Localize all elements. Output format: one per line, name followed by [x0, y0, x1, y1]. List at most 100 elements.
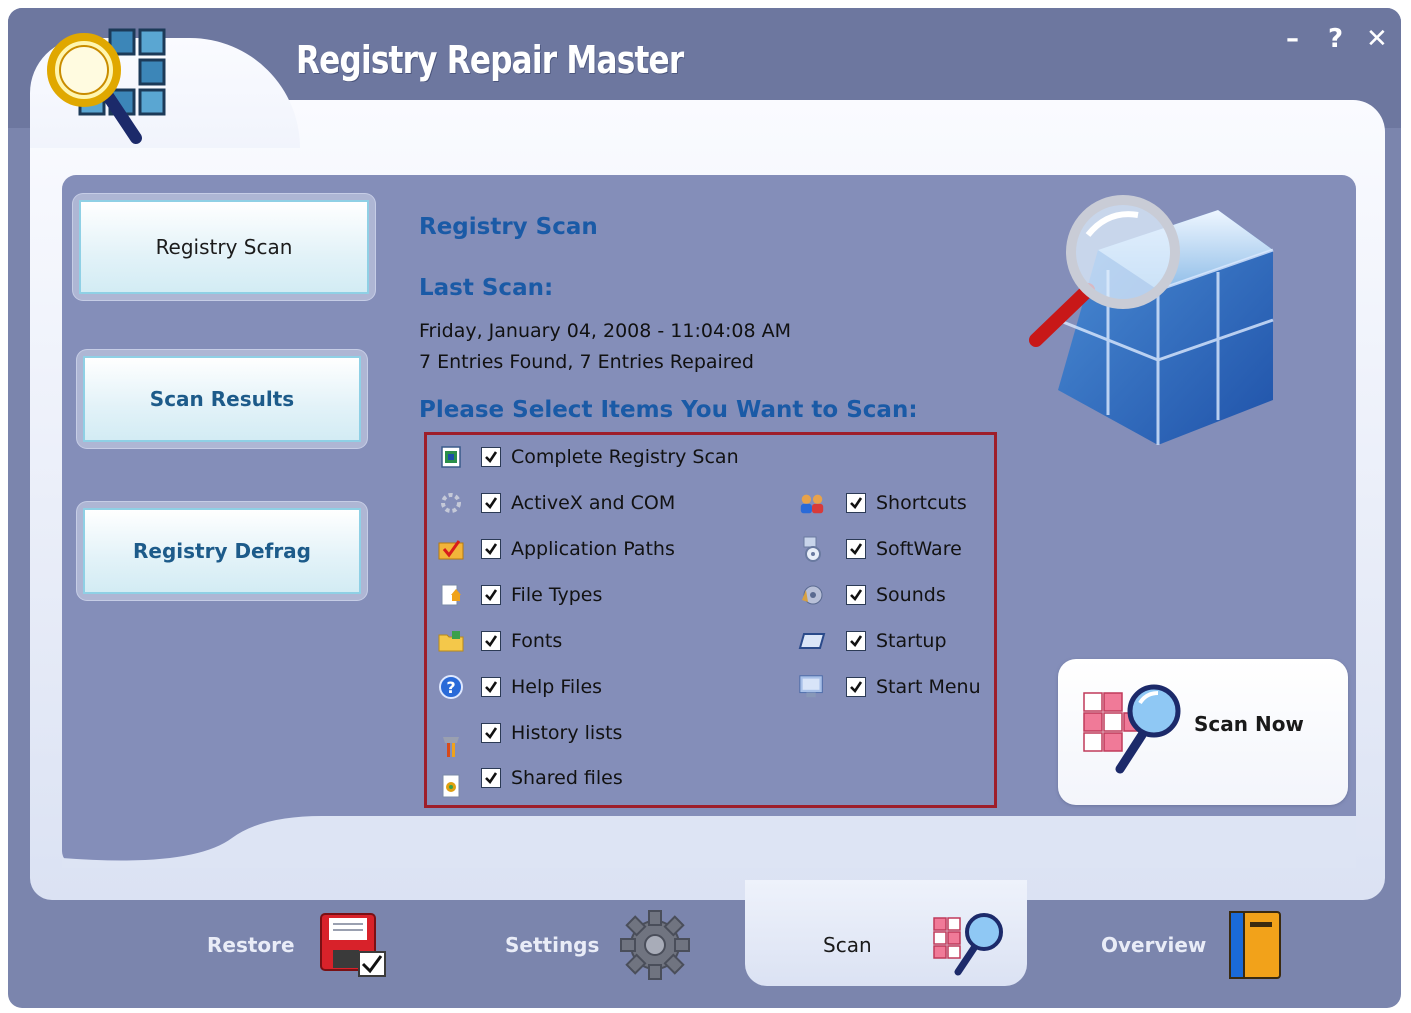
option-startup[interactable]: Startup	[798, 626, 947, 656]
minimize-button[interactable]: –	[1286, 24, 1299, 54]
help-icon: ?	[437, 673, 465, 701]
shortcuts-icon	[798, 489, 826, 517]
history-icon	[437, 719, 465, 757]
checkbox[interactable]	[846, 539, 866, 559]
bottom-tab-bar: Restore Settings Scan Overview	[0, 880, 1393, 1000]
last-scan-label: Last Scan:	[419, 275, 554, 301]
tab-settings[interactable]: Settings	[505, 900, 691, 990]
option-sounds[interactable]: Sounds	[798, 580, 946, 610]
file-types-icon	[437, 581, 465, 609]
sidebar-item-registry-scan-frame: Registry Scan	[73, 194, 375, 300]
registry-cube-icon	[1029, 195, 1274, 445]
tab-label: Scan	[823, 933, 872, 957]
checkbox[interactable]	[481, 768, 501, 788]
option-label: Sounds	[876, 584, 946, 606]
option-label: File Types	[511, 584, 603, 606]
app-logo-icon	[47, 28, 166, 144]
last-scan-summary: 7 Entries Found, 7 Entries Repaired	[419, 351, 754, 373]
checkbox[interactable]	[481, 585, 501, 605]
option-start-menu[interactable]: Start Menu	[798, 672, 981, 702]
option-software[interactable]: SoftWare	[798, 534, 962, 564]
section-title: Registry Scan	[419, 214, 598, 240]
start-menu-icon	[798, 673, 826, 701]
check-icon	[850, 681, 863, 694]
check-icon	[485, 727, 498, 740]
tab-label: Overview	[1101, 933, 1207, 957]
option-label: SoftWare	[876, 538, 962, 560]
tab-label: Settings	[505, 933, 600, 957]
option-label: Help Files	[511, 676, 603, 698]
sidebar-item-registry-defrag-frame: Registry Defrag	[77, 502, 367, 600]
sidebar-item-registry-scan[interactable]: Registry Scan	[79, 200, 369, 294]
sidebar-item-scan-results[interactable]: Scan Results	[83, 356, 361, 442]
checkbox[interactable]	[846, 677, 866, 697]
shared-files-icon	[437, 764, 465, 798]
option-label: Complete Registry Scan	[511, 446, 739, 468]
option-complete-registry-scan[interactable]: Complete Registry Scan	[437, 442, 739, 472]
option-label: Fonts	[511, 630, 563, 652]
app-title: Registry Repair Master	[296, 38, 684, 82]
software-icon	[798, 535, 826, 563]
tab-restore[interactable]: Restore	[207, 900, 389, 990]
tab-scan[interactable]: Scan	[823, 900, 1010, 990]
check-icon	[485, 497, 498, 510]
checkbox[interactable]	[846, 631, 866, 651]
sidebar-item-scan-results-frame: Scan Results	[77, 350, 367, 448]
scan-now-button[interactable]: Scan Now	[1058, 659, 1348, 805]
sidebar-item-registry-defrag[interactable]: Registry Defrag	[83, 508, 361, 594]
help-button[interactable]: ?	[1328, 24, 1343, 54]
checkbox[interactable]	[481, 447, 501, 467]
checkbox[interactable]	[846, 585, 866, 605]
option-label: Shared files	[511, 767, 623, 789]
option-history-lists[interactable]: History lists	[437, 718, 623, 757]
check-icon	[485, 543, 498, 556]
checkbox[interactable]	[481, 631, 501, 651]
check-icon	[485, 451, 498, 464]
sounds-icon	[798, 581, 826, 609]
option-shared-files[interactable]: Shared files	[437, 763, 623, 798]
checkbox[interactable]	[846, 493, 866, 513]
checkbox[interactable]	[481, 677, 501, 697]
check-icon	[485, 589, 498, 602]
option-file-types[interactable]: File Types	[437, 580, 602, 610]
application-paths-icon	[437, 535, 465, 563]
last-scan-date: Friday, January 04, 2008 - 11:04:08 AM	[419, 320, 792, 342]
tab-overview[interactable]: Overview	[1101, 900, 1286, 990]
tab-label: Restore	[207, 933, 295, 957]
check-icon	[485, 772, 498, 785]
check-icon	[850, 543, 863, 556]
option-help-files[interactable]: ? Help Files	[437, 672, 602, 702]
checkbox[interactable]	[481, 493, 501, 513]
scan-now-label: Scan Now	[1194, 712, 1304, 736]
book-icon	[1229, 911, 1282, 979]
option-label: Application Paths	[511, 538, 675, 560]
scan-magnifier-icon	[1083, 684, 1181, 774]
option-shortcuts[interactable]: Shortcuts	[798, 488, 967, 518]
sidebar-item-label: Registry Defrag	[132, 539, 311, 563]
option-label: ActiveX and COM	[511, 492, 676, 514]
option-label: Startup	[876, 630, 947, 652]
svg-text:?: ?	[446, 678, 455, 697]
close-button[interactable]: ✕	[1366, 24, 1388, 54]
startup-icon	[798, 627, 826, 655]
check-icon	[850, 635, 863, 648]
sidebar-item-label: Registry Scan	[155, 235, 293, 259]
sidebar-item-label: Scan Results	[149, 387, 295, 411]
check-icon	[850, 497, 863, 510]
option-application-paths[interactable]: Application Paths	[437, 534, 675, 564]
option-fonts[interactable]: Fonts	[437, 626, 562, 656]
scan-magnifier-icon	[932, 913, 1003, 976]
option-label: Shortcuts	[876, 492, 967, 514]
fonts-folder-icon	[437, 627, 465, 655]
checkbox[interactable]	[481, 539, 501, 559]
floppy-disk-icon	[319, 913, 386, 977]
option-label: History lists	[511, 722, 623, 744]
check-icon	[485, 681, 498, 694]
check-icon	[850, 589, 863, 602]
panel-curve-decoration	[62, 816, 1356, 868]
gear-icon	[620, 910, 691, 980]
option-activex-and-com[interactable]: ActiveX and COM	[437, 488, 675, 518]
check-icon	[485, 635, 498, 648]
checkbox[interactable]	[481, 723, 501, 743]
option-label: Start Menu	[876, 676, 981, 698]
